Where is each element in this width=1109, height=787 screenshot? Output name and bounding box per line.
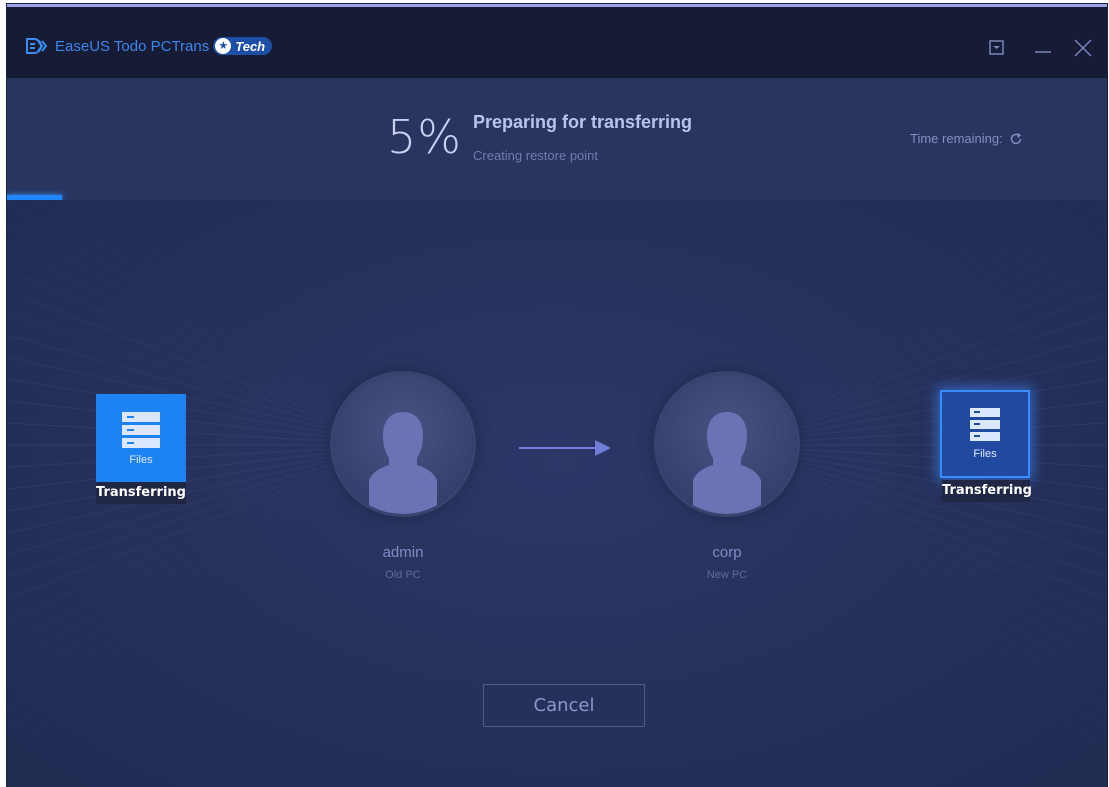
edition-label: Tech: [235, 38, 266, 54]
time-remaining: Time remaining:: [910, 131, 1023, 146]
target-status-tag: Transferring: [942, 480, 1032, 502]
minimize-to-tray-button[interactable]: [983, 34, 1011, 62]
user-silhouette-icon: [369, 412, 437, 514]
target-pc-role: New PC: [706, 569, 748, 581]
source-status-tag: Transferring: [96, 482, 186, 504]
transfer-arrow-icon: [519, 440, 611, 456]
source-pc-avatar: [333, 374, 473, 514]
close-button[interactable]: [1069, 34, 1097, 62]
source-files-label: Files: [129, 454, 153, 466]
target-pc-avatar: [657, 374, 797, 514]
time-remaining-label: Time remaining:: [910, 131, 1003, 146]
target-files-card[interactable]: Files: [940, 390, 1030, 478]
easeus-logo-icon: [26, 38, 47, 54]
server-icon: [122, 412, 160, 448]
minimize-button[interactable]: [1029, 34, 1057, 62]
source-pc-role: Old PC: [385, 569, 421, 581]
app-window: EaseUS Todo PCTrans ★ Tech 5% Preparing …: [7, 4, 1107, 787]
minimize-icon: [1035, 51, 1051, 53]
progress-header: 5% Preparing for transferring Creating r…: [7, 78, 1107, 200]
status-subtitle: Creating restore point: [473, 148, 599, 163]
app-title: EaseUS Todo PCTrans: [55, 37, 210, 55]
transfer-stage: Files Transferring admin Old PC corp New…: [7, 200, 1107, 787]
progress-percent: 5%: [387, 110, 462, 164]
cancel-button[interactable]: Cancel: [483, 684, 645, 727]
source-files-card[interactable]: Files: [96, 394, 186, 482]
close-icon: [1074, 39, 1092, 57]
edition-badge: ★ Tech: [213, 37, 273, 55]
app-brand: EaseUS Todo PCTrans ★ Tech: [25, 37, 273, 55]
title-bar: EaseUS Todo PCTrans ★ Tech: [7, 4, 1107, 78]
target-pc-name: corp: [712, 544, 742, 561]
target-files-label: Files: [973, 448, 997, 460]
refresh-icon: [1010, 132, 1021, 144]
tray-icon: [989, 40, 1004, 55]
user-silhouette-icon: [693, 412, 761, 514]
source-pc-name: admin: [382, 544, 424, 561]
status-title: Preparing for transferring: [473, 112, 693, 132]
server-icon: [970, 408, 1000, 441]
star-icon: ★: [215, 38, 232, 54]
